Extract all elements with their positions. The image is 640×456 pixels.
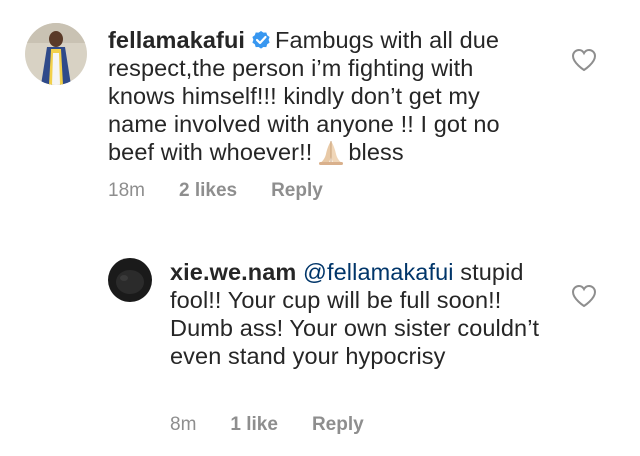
likes-count[interactable]: 1 like xyxy=(230,414,278,435)
comment-username[interactable]: xie.we.nam xyxy=(170,259,296,285)
comment-text: xie.we.nam @fellamakafui stupid fool!! Y… xyxy=(170,258,550,370)
avatar[interactable] xyxy=(108,258,152,302)
reply-button[interactable]: Reply xyxy=(271,180,323,201)
avatar[interactable] xyxy=(25,23,87,85)
heart-outline-icon[interactable] xyxy=(571,284,597,308)
folded-hands-icon xyxy=(319,141,344,165)
comment-time: 8m xyxy=(170,414,197,435)
heart-outline-icon[interactable] xyxy=(571,48,597,72)
avatar-image xyxy=(25,23,87,85)
comment-body-end: bless xyxy=(348,139,404,165)
verified-badge-icon xyxy=(252,31,270,49)
reply-button[interactable]: Reply xyxy=(312,414,364,435)
comment-username[interactable]: fellamakafui xyxy=(108,27,245,53)
mention-link[interactable]: @fellamakafui xyxy=(303,259,454,285)
comment-text: fellamakafui Fambugs with all due respec… xyxy=(108,26,538,166)
comment-meta: 18m 2 likes Reply xyxy=(108,180,357,202)
comment-meta: 8m 1 like Reply xyxy=(170,414,398,436)
comment-time: 18m xyxy=(108,180,145,201)
avatar-image xyxy=(108,258,152,302)
likes-count[interactable]: 2 likes xyxy=(179,180,237,201)
